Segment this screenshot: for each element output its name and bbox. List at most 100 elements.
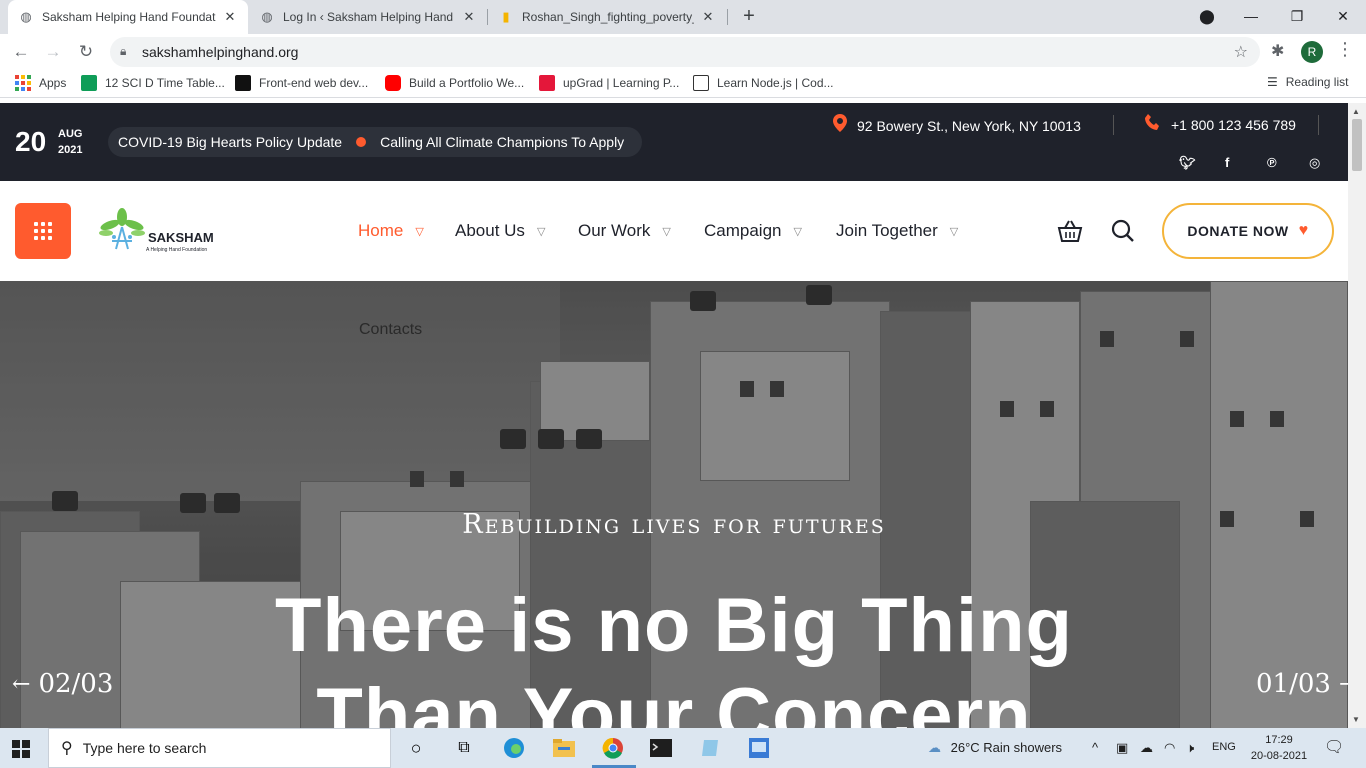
taskbar-search-box[interactable]: ⚲ Type here to search	[48, 728, 391, 768]
news-separator-dot	[356, 137, 367, 147]
nav-campaign[interactable]: Campaign ▽	[704, 221, 802, 241]
browser-tabstrip: ◍ Saksham Helping Hand Foundati ✕ ◍ Log …	[0, 0, 1366, 34]
hero-headline: There is no Big Thing Than Your Concern	[0, 581, 1348, 728]
heart-icon: ♥	[1298, 222, 1309, 239]
browser-tab-login[interactable]: ◍ Log In ‹ Saksham Helping Hand F ✕	[249, 0, 487, 34]
browser-tab-saksham[interactable]: ◍ Saksham Helping Hand Foundati ✕	[8, 0, 248, 34]
scroll-up-icon[interactable]: ▲	[1352, 107, 1360, 116]
profile-avatar[interactable]: R	[1301, 41, 1323, 63]
task-view-icon[interactable]: ⧉	[452, 736, 476, 760]
phone-info[interactable]: +1 800 123 456 789	[1145, 114, 1296, 135]
reload-button[interactable]: ↻	[73, 39, 99, 65]
instagram-icon[interactable]: ◎	[1309, 155, 1320, 171]
notifications-icon[interactable]: 🗨︎	[1324, 737, 1344, 757]
lock-icon: 🔒︎	[120, 44, 127, 58]
chevron-down-icon: ▽	[662, 225, 671, 238]
close-tab-icon[interactable]: ✕	[222, 9, 238, 25]
close-tab-icon[interactable]: ✕	[461, 9, 477, 25]
twitter-icon[interactable]: 🐦︎	[1179, 155, 1196, 171]
nav-about-us[interactable]: About Us ▽	[455, 221, 545, 241]
arrow-right-icon: →	[1339, 672, 1348, 697]
nav-our-work[interactable]: Our Work ▽	[578, 221, 671, 241]
date-month: AUG	[58, 128, 83, 140]
terminal-icon[interactable]	[649, 736, 673, 760]
photos-app-icon[interactable]	[747, 736, 771, 760]
donate-label: DONATE NOW	[1187, 223, 1289, 239]
scroll-down-icon[interactable]: ▼	[1352, 715, 1360, 724]
tab-search-icon[interactable]: ⬤	[1184, 0, 1230, 34]
show-hidden-icons[interactable]: ^	[1092, 740, 1098, 755]
grid-menu-button[interactable]	[15, 203, 71, 259]
nav-label: Campaign	[704, 221, 782, 240]
nav-label: About Us	[455, 221, 525, 240]
clock-date: 20-08-2021	[1250, 750, 1308, 762]
notes-app-icon[interactable]	[698, 736, 722, 760]
minimize-button[interactable]: —	[1228, 0, 1274, 34]
hero-slider: Contacts Rebuilding lives for futures Th…	[0, 281, 1348, 728]
volume-icon[interactable]: 🕨︎	[1186, 740, 1194, 756]
bookmark-star-icon[interactable]: ☆	[1234, 42, 1248, 62]
reading-list[interactable]: ☰ Reading list	[1267, 75, 1348, 89]
next-slide-button[interactable]: 01/03 →	[1256, 669, 1348, 699]
tab-title: Roshan_Singh_fighting_poverty_	[522, 10, 694, 24]
extensions-icon[interactable]: ✱	[1271, 41, 1284, 61]
page-scrollbar[interactable]: ▲ ▼	[1348, 103, 1366, 728]
date-year: 2021	[58, 144, 83, 156]
maximize-button[interactable]: ❐	[1274, 0, 1320, 34]
bookmark-frontend[interactable]: Front-end web dev...	[235, 75, 368, 91]
edge-icon[interactable]	[502, 736, 526, 760]
location-pin-icon	[833, 114, 847, 137]
cart-icon[interactable]	[1057, 219, 1083, 243]
address-bar[interactable]: 🔒︎ sakshamhelpinghand.org ☆	[110, 37, 1260, 67]
language-indicator[interactable]: ENG	[1212, 741, 1236, 753]
new-tab-button[interactable]: +	[737, 4, 761, 28]
bookmark-label: Build a Portfolio We...	[409, 76, 525, 90]
bookmark-apps[interactable]: Apps	[15, 75, 66, 91]
globe-icon: ◍	[261, 9, 273, 24]
back-button[interactable]: ←	[8, 39, 34, 65]
search-icon[interactable]	[1111, 219, 1135, 243]
meet-now-icon[interactable]: ▣	[1116, 740, 1128, 756]
url-text[interactable]: sakshamhelpinghand.org	[142, 44, 298, 60]
logo-tagline: A Helping Hand Foundation	[146, 247, 208, 253]
nav-join-together[interactable]: Join Together ▽	[836, 221, 958, 241]
search-icon: ⚲	[61, 740, 73, 757]
cortana-icon[interactable]: ○	[404, 736, 428, 760]
submenu-contacts[interactable]: Contacts	[359, 321, 422, 339]
system-clock[interactable]: 17:29 20-08-2021	[1250, 732, 1308, 764]
close-window-button[interactable]: ✕	[1320, 0, 1366, 34]
divider	[1113, 115, 1114, 135]
weather-widget[interactable]: ☁ 26°C Rain showers	[928, 740, 1062, 756]
chrome-icon[interactable]	[601, 736, 625, 760]
bookmark-upgrad[interactable]: upGrad | Learning P...	[539, 75, 679, 91]
scroll-thumb[interactable]	[1352, 119, 1362, 171]
phone-icon	[1145, 114, 1161, 135]
wifi-icon[interactable]: ◠	[1164, 740, 1175, 756]
news-item[interactable]: Calling All Climate Champions To Apply	[380, 134, 624, 150]
slides-icon: ▮	[502, 9, 510, 24]
globe-icon: ◍	[20, 9, 32, 24]
windows-taskbar: ⚲ Type here to search ○ ⧉ ☁ 26°C Rain sh…	[0, 728, 1366, 768]
bookmark-timetable[interactable]: 12 SCI D Time Table...	[81, 75, 225, 91]
browser-menu-icon[interactable]: ⋮	[1336, 39, 1354, 60]
pinterest-icon[interactable]: ℗	[1267, 155, 1277, 170]
file-explorer-icon[interactable]	[552, 736, 576, 760]
bookmark-portfolio[interactable]: Build a Portfolio We...	[385, 75, 524, 91]
weather-text: 26°C Rain showers	[950, 740, 1063, 755]
windows-start-icon[interactable]	[12, 740, 30, 758]
taskbar-search-placeholder: Type here to search	[82, 740, 207, 756]
onedrive-icon[interactable]: ☁	[1140, 740, 1153, 756]
forward-button[interactable]: →	[40, 39, 66, 65]
reading-list-label: Reading list	[1285, 75, 1349, 89]
prev-slide-button[interactable]: ← 02/03	[12, 669, 113, 699]
facebook-icon[interactable]: f	[1225, 155, 1229, 170]
bookmark-nodejs[interactable]: Learn Node.js | Cod...	[693, 75, 834, 91]
close-tab-icon[interactable]: ✕	[700, 9, 716, 25]
news-item[interactable]: COVID-19 Big Hearts Policy Update	[118, 134, 342, 150]
chevron-down-icon: ▽	[793, 225, 802, 238]
donate-now-button[interactable]: DONATE NOW ♥	[1162, 203, 1334, 259]
news-ticker: COVID-19 Big Hearts Policy Update Callin…	[108, 127, 642, 157]
nav-home[interactable]: Home ▽	[358, 221, 424, 241]
browser-tab-roshan[interactable]: ▮ Roshan_Singh_fighting_poverty_ ✕	[488, 0, 726, 34]
site-topbar: 20 AUG 2021 COVID-19 Big Hearts Policy U…	[0, 103, 1366, 181]
